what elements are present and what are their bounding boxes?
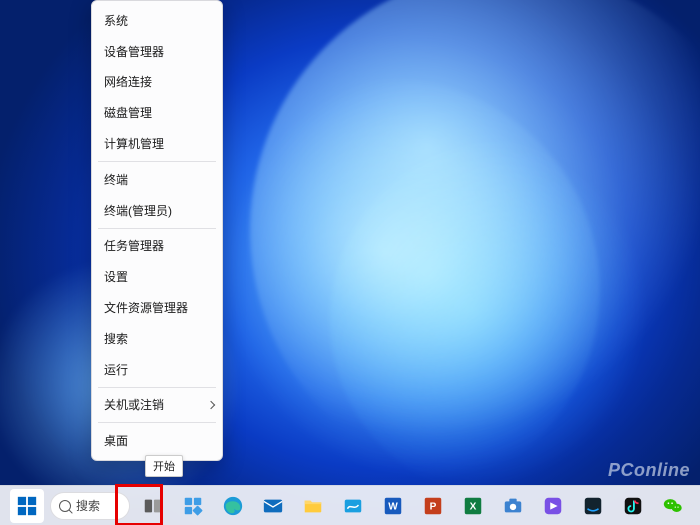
task-view-button[interactable] [136, 489, 170, 523]
menu-item-terminal[interactable]: 终端 [92, 164, 222, 195]
file-explorer-button[interactable] [296, 489, 330, 523]
taskbar: 搜索 W P X [0, 485, 700, 525]
tooltip-text: 开始 [153, 461, 175, 473]
word-button[interactable]: W [376, 489, 410, 523]
svg-text:W: W [388, 501, 398, 512]
clipchamp-icon [542, 495, 564, 517]
menu-separator [98, 228, 216, 229]
menu-item-search[interactable]: 搜索 [92, 323, 222, 354]
search-icon [59, 500, 71, 512]
svg-text:P: P [430, 501, 437, 512]
menu-label: 计算机管理 [104, 135, 164, 152]
menu-label: 桌面 [104, 432, 128, 449]
menu-label: 设备管理器 [104, 43, 164, 60]
menu-separator [98, 161, 216, 162]
menu-item-device-manager[interactable]: 设备管理器 [92, 36, 222, 67]
menu-label: 磁盘管理 [104, 104, 152, 121]
mail-icon [262, 495, 284, 517]
camera-icon [502, 495, 524, 517]
menu-item-network-connections[interactable]: 网络连接 [92, 67, 222, 98]
whiteboard-icon [342, 495, 364, 517]
whiteboard-button[interactable] [336, 489, 370, 523]
menu-label: 网络连接 [104, 73, 152, 90]
menu-item-shutdown-signout[interactable]: 关机或注销 [92, 390, 222, 421]
wechat-button[interactable] [656, 489, 690, 523]
task-view-icon [142, 495, 164, 517]
folder-icon [302, 495, 324, 517]
prime-video-button[interactable] [576, 489, 610, 523]
powerpoint-button[interactable]: P [416, 489, 450, 523]
widgets-icon [182, 495, 204, 517]
menu-item-terminal-admin[interactable]: 终端(管理员) [92, 195, 222, 226]
menu-item-computer-management[interactable]: 计算机管理 [92, 128, 222, 159]
taskbar-search[interactable]: 搜索 [50, 492, 130, 520]
start-tooltip: 开始 [145, 455, 183, 477]
menu-label: 关机或注销 [104, 396, 164, 413]
menu-label: 运行 [104, 361, 128, 378]
menu-item-desktop[interactable]: 桌面 [92, 425, 222, 456]
windows-icon [16, 495, 38, 517]
camera-button[interactable] [496, 489, 530, 523]
powerpoint-icon: P [422, 495, 444, 517]
clipchamp-button[interactable] [536, 489, 570, 523]
tiktok-button[interactable] [616, 489, 650, 523]
menu-item-run[interactable]: 运行 [92, 354, 222, 385]
start-context-menu: 系统 设备管理器 网络连接 磁盘管理 计算机管理 终端 终端(管理员) 任务管理… [91, 0, 223, 461]
watermark-text: PConline [608, 460, 690, 481]
search-label: 搜索 [76, 497, 100, 514]
menu-separator [98, 387, 216, 388]
menu-label: 终端(管理员) [104, 202, 172, 219]
chevron-right-icon [207, 401, 215, 409]
edge-button[interactable] [216, 489, 250, 523]
svg-text:X: X [470, 501, 477, 512]
menu-label: 系统 [104, 12, 128, 29]
desktop-wallpaper: PConline 系统 设备管理器 网络连接 磁盘管理 计算机管理 终端 终端(… [0, 0, 700, 525]
menu-separator [98, 422, 216, 423]
menu-label: 文件资源管理器 [104, 299, 188, 316]
mail-button[interactable] [256, 489, 290, 523]
menu-label: 终端 [104, 171, 128, 188]
excel-button[interactable]: X [456, 489, 490, 523]
menu-item-task-manager[interactable]: 任务管理器 [92, 231, 222, 262]
menu-label: 任务管理器 [104, 237, 164, 254]
menu-label: 搜索 [104, 330, 128, 347]
word-icon: W [382, 495, 404, 517]
widgets-button[interactable] [176, 489, 210, 523]
tiktok-icon [622, 495, 644, 517]
wechat-icon [662, 495, 684, 517]
menu-item-file-explorer[interactable]: 文件资源管理器 [92, 292, 222, 323]
start-button[interactable] [10, 489, 44, 523]
excel-icon: X [462, 495, 484, 517]
menu-item-system[interactable]: 系统 [92, 5, 222, 36]
menu-label: 设置 [104, 268, 128, 285]
menu-item-settings[interactable]: 设置 [92, 261, 222, 292]
menu-item-disk-management[interactable]: 磁盘管理 [92, 97, 222, 128]
edge-icon [222, 495, 244, 517]
prime-video-icon [582, 495, 604, 517]
